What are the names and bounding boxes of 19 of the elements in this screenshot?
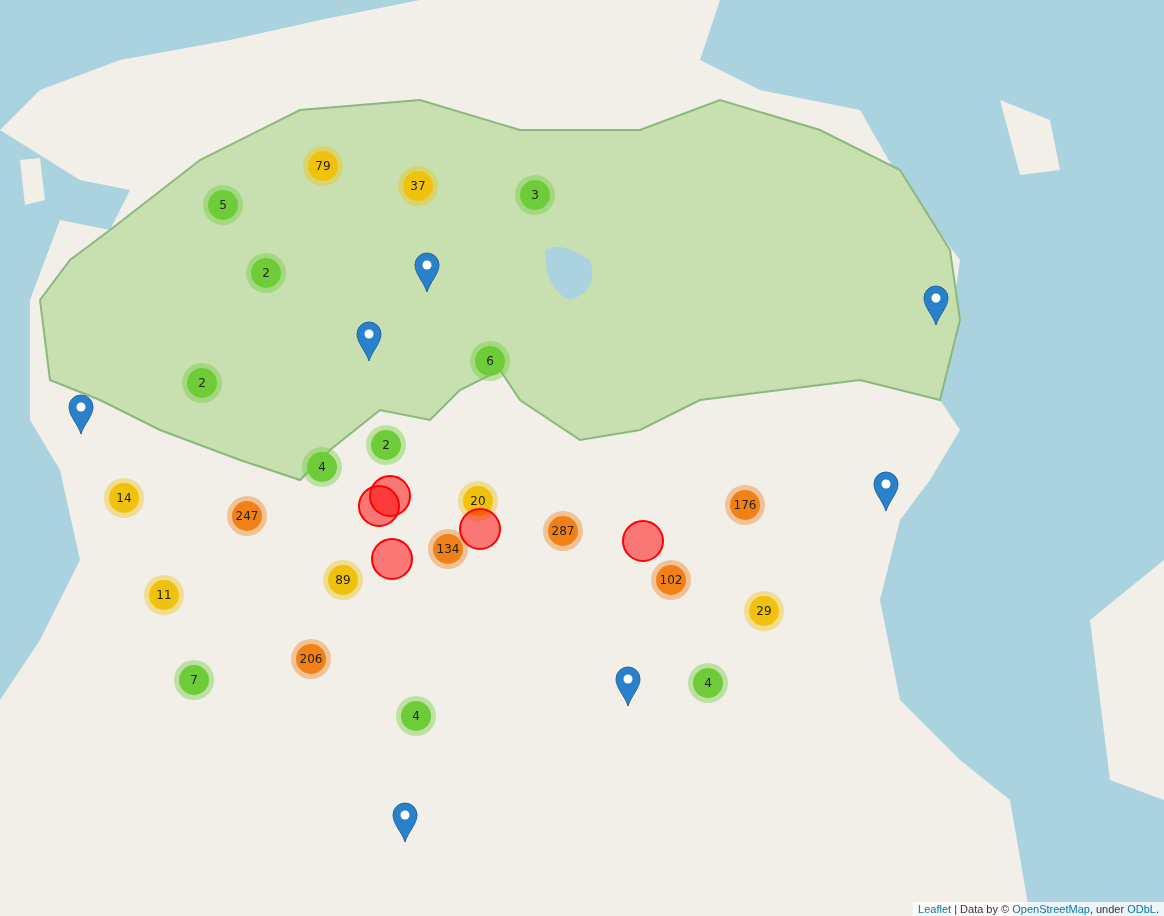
highlight-circle[interactable] xyxy=(371,538,413,580)
highlight-circle[interactable] xyxy=(459,508,501,550)
attribution-link[interactable]: ODbL xyxy=(1127,903,1156,915)
attribution-text: , under xyxy=(1089,903,1126,915)
attribution-text: . xyxy=(1155,903,1159,915)
map-pin-icon[interactable] xyxy=(923,285,949,326)
attribution-link[interactable]: Leaflet xyxy=(918,903,952,915)
map-pin-icon[interactable] xyxy=(356,321,382,362)
map-pin-icon[interactable] xyxy=(873,471,899,512)
highlight-circle[interactable] xyxy=(369,475,411,517)
lake xyxy=(545,246,593,300)
map-pin-icon[interactable] xyxy=(68,394,94,435)
attribution-link[interactable]: OpenStreetMap xyxy=(1012,903,1090,915)
map-pin-icon[interactable] xyxy=(615,666,641,707)
attribution-text: | Data by © xyxy=(953,903,1011,915)
highlight-circle[interactable] xyxy=(622,520,664,562)
island xyxy=(20,158,45,205)
map-pin-icon[interactable] xyxy=(392,802,418,843)
map-pin-icon[interactable] xyxy=(414,252,440,293)
